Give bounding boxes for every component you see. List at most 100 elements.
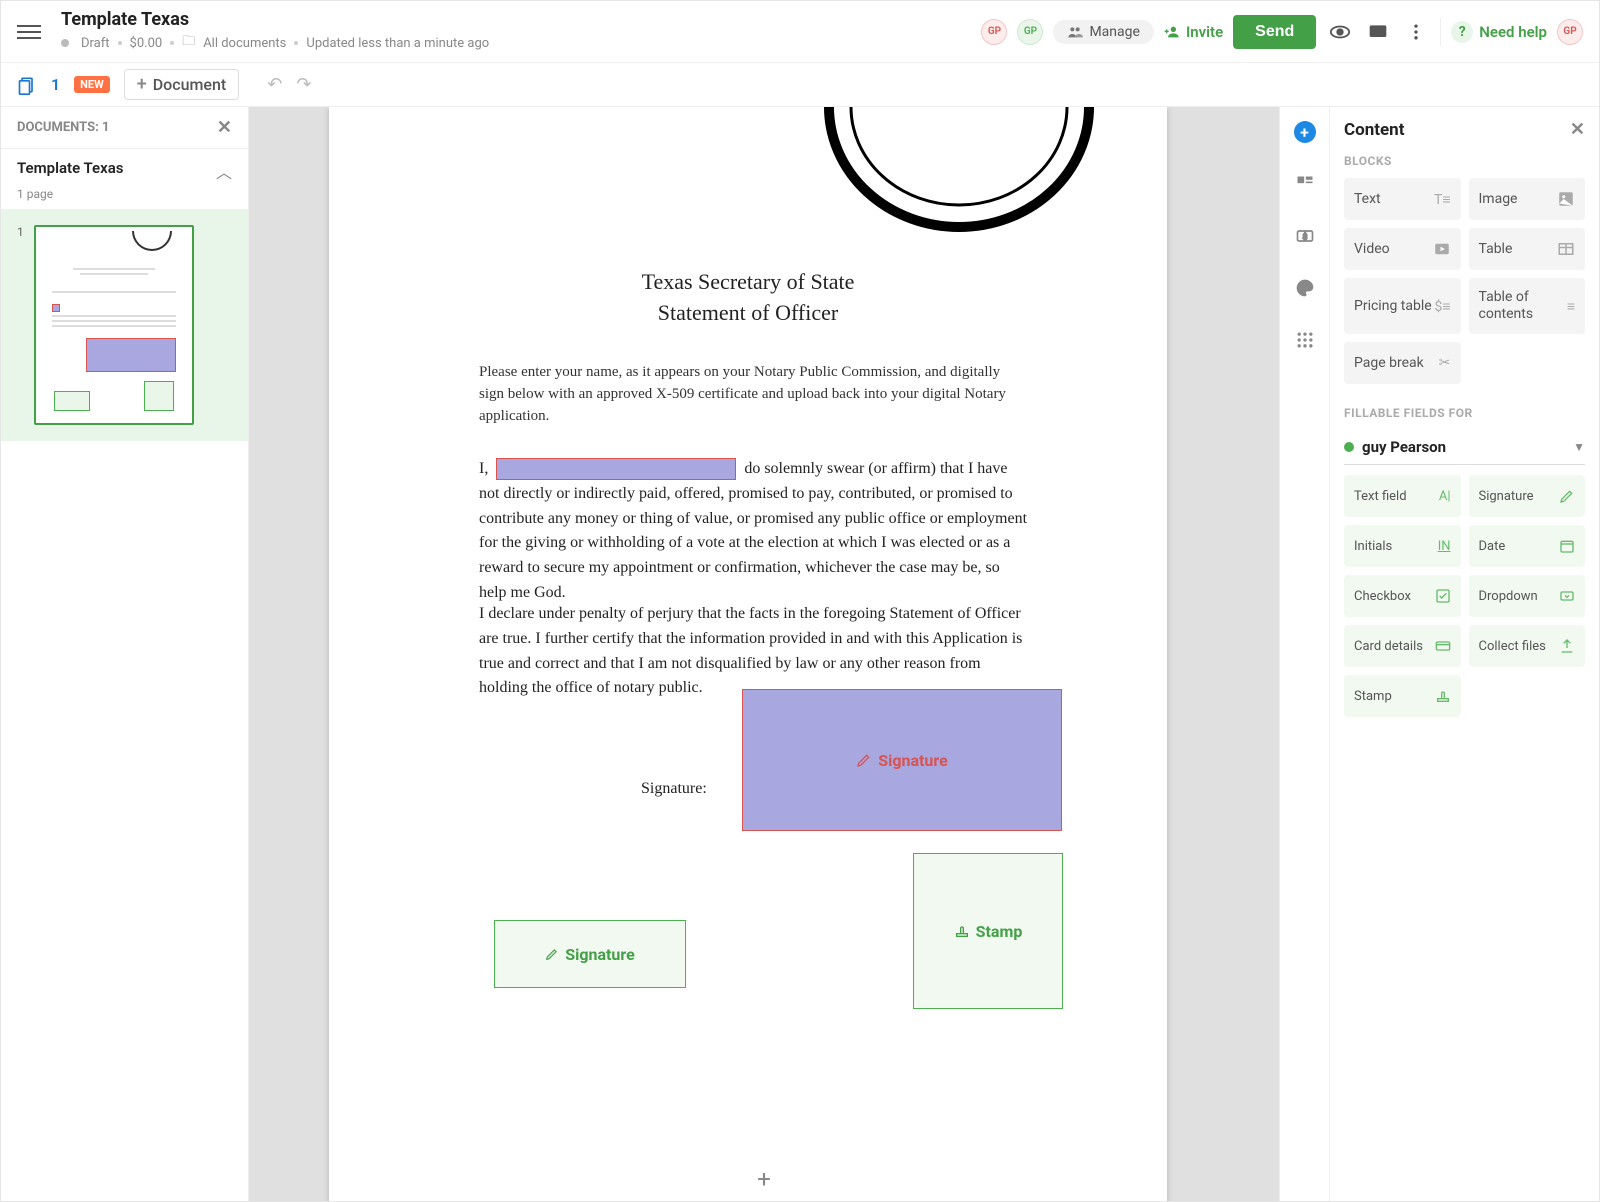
canvas[interactable]: Texas Secretary of State Statement of Of… xyxy=(249,107,1279,1201)
field-initials[interactable]: InitialsIN xyxy=(1344,525,1461,567)
user-avatar[interactable]: GP xyxy=(1557,19,1583,45)
instructions-text: Please enter your name, as it appears on… xyxy=(479,362,1017,427)
upload-icon xyxy=(1559,638,1575,654)
recipient-name: guy Pearson xyxy=(1362,438,1446,456)
seal-image xyxy=(819,107,1099,267)
variables-icon[interactable]: $ xyxy=(1290,221,1320,251)
toolbar: 1 NEW + Document ↶ ↷ xyxy=(1,63,1599,107)
block-text[interactable]: TextT≡ xyxy=(1344,178,1461,220)
blocks-label: BLOCKS xyxy=(1344,154,1585,168)
preview-icon[interactable] xyxy=(1326,18,1354,46)
field-signature[interactable]: Signature xyxy=(1469,475,1586,517)
block-video[interactable]: Video xyxy=(1344,228,1461,270)
signature-icon xyxy=(856,752,872,768)
menu-icon[interactable] xyxy=(17,20,41,44)
page-thumbnail-row: 1 xyxy=(1,209,248,441)
dropdown-icon xyxy=(1559,588,1575,604)
undo-icon[interactable]: ↶ xyxy=(267,74,282,95)
document-meta: Draft $0.00 All documents Updated less t… xyxy=(61,32,489,54)
block-pricing-table[interactable]: Pricing table$≡ xyxy=(1344,278,1461,334)
field-dropdown[interactable]: Dropdown xyxy=(1469,575,1586,617)
invite-label: Invite xyxy=(1186,23,1223,41)
table-icon xyxy=(1557,240,1575,258)
block-image[interactable]: Image xyxy=(1469,178,1586,220)
comments-icon[interactable] xyxy=(1364,18,1392,46)
signature-field-secondary[interactable]: Signature xyxy=(494,920,686,988)
image-icon xyxy=(1557,190,1575,208)
stamp-icon xyxy=(954,923,970,939)
send-button[interactable]: Send xyxy=(1233,15,1316,49)
invite-button[interactable]: Invite xyxy=(1164,23,1223,41)
collaborator-avatar-2[interactable]: GP xyxy=(1017,19,1043,45)
block-page-break[interactable]: Page break✂ xyxy=(1344,342,1461,384)
svg-text:$: $ xyxy=(1302,231,1307,242)
toc-icon: ≡ xyxy=(1567,298,1575,315)
fillable-label: FILLABLE FIELDS FOR xyxy=(1344,406,1585,420)
stamp-icon xyxy=(1435,688,1451,704)
document-page[interactable]: Texas Secretary of State Statement of Of… xyxy=(329,107,1167,1201)
calendar-icon xyxy=(1559,538,1575,554)
add-content-icon[interactable]: + xyxy=(1290,117,1320,147)
perjury-text: I declare under penalty of perjury that … xyxy=(479,602,1027,701)
redo-icon[interactable]: ↷ xyxy=(296,74,311,95)
card-icon xyxy=(1435,638,1451,654)
stamp-field[interactable]: Stamp xyxy=(913,853,1063,1009)
add-document-button[interactable]: + Document xyxy=(124,69,240,100)
collaborator-avatar-1[interactable]: GP xyxy=(981,19,1007,45)
status-dot-icon xyxy=(61,39,69,47)
add-person-icon xyxy=(1164,24,1180,40)
signature-icon xyxy=(545,947,559,961)
field-card-details[interactable]: Card details xyxy=(1344,625,1461,667)
close-panel-icon[interactable]: ✕ xyxy=(217,117,232,138)
field-date[interactable]: Date xyxy=(1469,525,1586,567)
page-thumbnail[interactable] xyxy=(34,225,194,425)
folder-icon xyxy=(182,32,195,54)
more-icon[interactable] xyxy=(1402,18,1430,46)
layout-icon[interactable] xyxy=(1290,169,1320,199)
plus-icon: + xyxy=(137,74,147,95)
apps-icon[interactable] xyxy=(1290,325,1320,355)
chevron-down-icon: ▼ xyxy=(1573,440,1585,454)
document-title: Template Texas xyxy=(61,9,489,30)
new-badge: NEW xyxy=(74,76,110,93)
field-collect-files[interactable]: Collect files xyxy=(1469,625,1586,667)
add-document-label: Document xyxy=(153,75,227,94)
page-heading: Texas Secretary of State Statement of Of… xyxy=(329,267,1167,329)
help-icon: ? xyxy=(1451,21,1473,43)
documents-header: DOCUMENTS: 1 xyxy=(17,120,109,135)
text-icon: T≡ xyxy=(1434,191,1451,208)
status-label: Draft xyxy=(81,36,110,51)
recipient-dot-icon xyxy=(1344,442,1354,452)
checkbox-icon xyxy=(1435,588,1451,604)
thumb-number: 1 xyxy=(17,225,24,425)
manage-button[interactable]: Manage xyxy=(1053,20,1153,44)
field-stamp[interactable]: Stamp xyxy=(1344,675,1461,717)
oath-text: I, do solemnly swear (or affirm) that I … xyxy=(479,457,1027,606)
field-text[interactable]: Text fieldA| xyxy=(1344,475,1461,517)
documents-icon[interactable] xyxy=(17,75,37,95)
folder-label[interactable]: All documents xyxy=(203,36,286,51)
pagebreak-icon: ✂ xyxy=(1439,355,1451,371)
block-table[interactable]: Table xyxy=(1469,228,1586,270)
field-checkbox[interactable]: Checkbox xyxy=(1344,575,1461,617)
add-page-button[interactable]: + xyxy=(757,1165,771,1193)
price-label: $0.00 xyxy=(130,36,163,51)
signature-field-primary[interactable]: Signature xyxy=(742,689,1062,831)
documents-panel: DOCUMENTS: 1 ✕ Template Texas ︿ 1 page 1 xyxy=(1,107,249,1201)
document-item-sub: 1 page xyxy=(1,187,248,209)
video-icon xyxy=(1433,240,1451,258)
content-panel: Content ✕ BLOCKS TextT≡ Image Video Tabl… xyxy=(1329,107,1599,1201)
help-label: Need help xyxy=(1479,23,1547,41)
document-item-title[interactable]: Template Texas xyxy=(17,159,123,177)
help-button[interactable]: ? Need help xyxy=(1451,21,1547,43)
name-field[interactable] xyxy=(496,458,736,480)
people-icon xyxy=(1067,24,1083,40)
block-toc[interactable]: Table of contents≡ xyxy=(1469,278,1586,334)
design-icon[interactable] xyxy=(1290,273,1320,303)
content-title: Content xyxy=(1344,120,1404,140)
signature-label: Signature: xyxy=(641,780,707,798)
app-header: Template Texas Draft $0.00 All documents… xyxy=(1,1,1599,63)
close-content-icon[interactable]: ✕ xyxy=(1570,119,1585,140)
collapse-icon[interactable]: ︿ xyxy=(216,159,232,183)
recipient-selector[interactable]: guy Pearson ▼ xyxy=(1344,430,1585,465)
